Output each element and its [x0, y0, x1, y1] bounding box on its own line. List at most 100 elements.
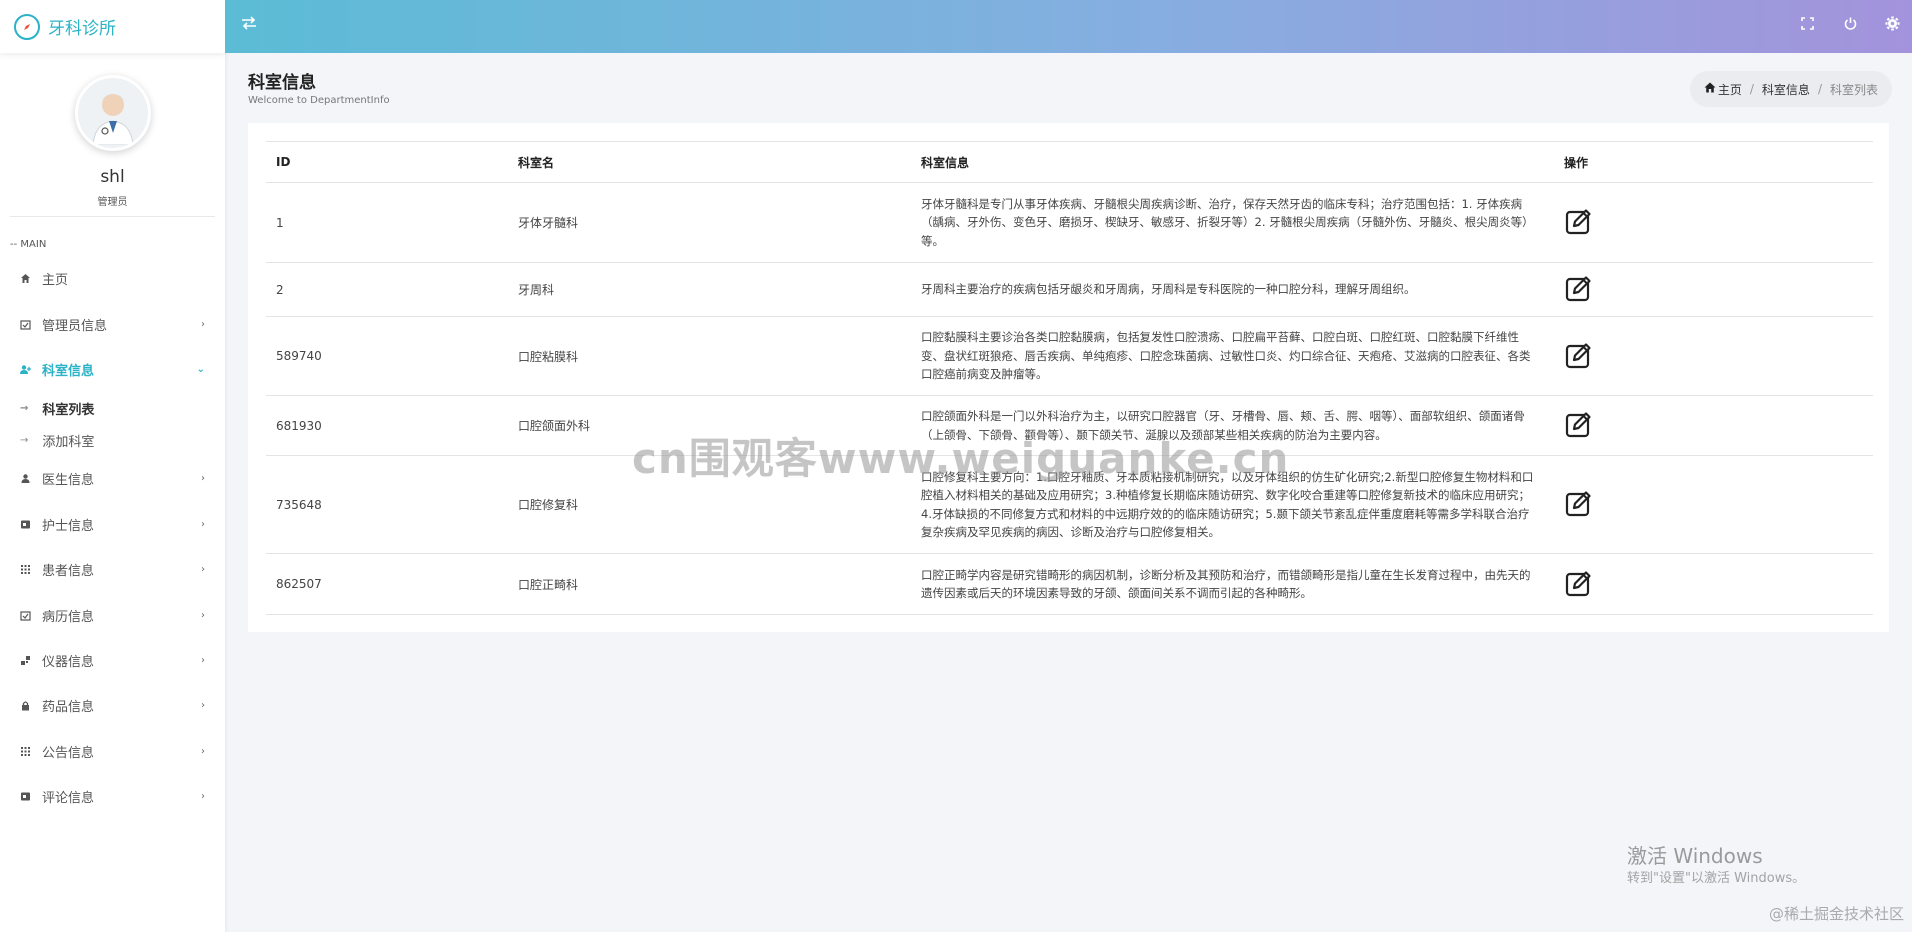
sidebar-subitem-label: 科室列表 [42, 402, 95, 418]
cell-id: 735648 [266, 455, 508, 554]
sidebar-item-label: 管理员信息 [42, 318, 108, 334]
user-plus-icon [20, 364, 31, 375]
id-card-icon [20, 791, 31, 802]
cell-id: 1 [266, 182, 508, 263]
cell-id: 589740 [266, 316, 508, 396]
sidebar-item-doctor[interactable]: 医生信息 › [0, 456, 225, 501]
user-role: 管理员 [97, 197, 128, 208]
sidebar-item-label: 评论信息 [42, 791, 95, 807]
sidebar-item-notice[interactable]: 公告信息 › [0, 729, 225, 774]
user-name: shl [100, 167, 125, 187]
edit-icon[interactable] [1564, 273, 1594, 303]
breadcrumb-parent-link[interactable]: 科室信息 [1762, 81, 1810, 98]
breadcrumb-separator: / [1749, 82, 1754, 96]
compass-logo-icon [14, 13, 40, 40]
table-row: 2 牙周科 牙周科主要治疗的疾病包括牙龈炎和牙周病，牙周科是专科医院的一种口腔分… [266, 262, 1873, 317]
sidebar-subitem-add-department[interactable]: → 添加科室 [0, 424, 225, 456]
edit-icon[interactable] [1564, 568, 1594, 598]
page-title: 科室信息 [248, 73, 316, 93]
edit-icon[interactable] [1564, 409, 1594, 439]
cell-name: 口腔粘膜科 [508, 316, 911, 396]
edit-icon[interactable] [1564, 206, 1594, 236]
avatar[interactable] [74, 75, 151, 151]
edit-icon[interactable] [1564, 340, 1594, 370]
breadcrumb-home-link[interactable]: 主页 [1718, 81, 1742, 98]
sidebar: 牙科诊所 shl 管理员 -- MAIN 主页 管理员信息 › 科室信息 ⌄ →… [0, 0, 225, 932]
windows-activation-subtitle: 转到"设置"以激活 Windows。 [1627, 871, 1806, 886]
calendar-check-icon [20, 610, 31, 621]
home-icon [1704, 82, 1716, 96]
page-subtitle: Welcome to DepartmentInfo [248, 95, 390, 106]
cell-action [1554, 316, 1873, 396]
power-icon[interactable] [1843, 16, 1858, 35]
sidebar-subitem-label: 添加科室 [42, 434, 95, 450]
chevron-right-icon: › [201, 654, 205, 666]
top-header [225, 0, 1912, 53]
grid-icon [20, 564, 31, 575]
user-icon [20, 473, 31, 484]
sidebar-item-comment[interactable]: 评论信息 › [0, 774, 225, 819]
blocks-icon [20, 655, 31, 666]
cell-action [1554, 455, 1873, 554]
chevron-right-icon: › [201, 745, 205, 757]
home-icon [20, 273, 31, 284]
sidebar-item-label: 病历信息 [42, 609, 95, 625]
sidebar-item-admin[interactable]: 管理员信息 › [0, 301, 225, 346]
chevron-right-icon: › [201, 791, 205, 803]
table-header-row: ID 科室名 科室信息 操作 [266, 141, 1873, 183]
sidebar-subitem-department-list[interactable]: → 科室列表 [0, 392, 225, 424]
chevron-right-icon: › [201, 518, 205, 530]
department-table: ID 科室名 科室信息 操作 1 牙体牙髓科 牙体牙髓科是专门从事牙体疾病、牙髓… [266, 141, 1873, 615]
breadcrumb-current: 科室列表 [1829, 82, 1878, 97]
fullscreen-icon[interactable] [1801, 16, 1814, 34]
cell-info: 牙体牙髓科是专门从事牙体疾病、牙髓根尖周疾病诊断、治疗，保存天然牙齿的临床专科；… [911, 182, 1554, 263]
cell-id: 2 [266, 262, 508, 317]
chevron-right-icon: › [201, 473, 205, 485]
cell-action [1554, 182, 1873, 263]
breadcrumb: 主页 / 科室信息 / 科室列表 [1689, 71, 1892, 107]
sidebar-item-label: 医生信息 [42, 473, 95, 489]
cell-info: 口腔正畸学内容是研究错畸形的病因机制，诊断分析及其预防和治疗，而错颌畸形是指儿童… [911, 553, 1554, 615]
cell-info: 牙周科主要治疗的疾病包括牙龈炎和牙周病，牙周科是专科医院的一种口腔分科，理解牙周… [911, 262, 1554, 317]
column-header-action: 操作 [1554, 141, 1873, 183]
sidebar-item-record[interactable]: 病历信息 › [0, 592, 225, 637]
chevron-right-icon: › [201, 564, 205, 576]
edit-icon[interactable] [1564, 488, 1594, 518]
cell-info: 口腔黏膜科主要诊治各类口腔黏膜病，包括复发性口腔溃疡、口腔扁平苔藓、口腔白斑、口… [911, 316, 1554, 396]
table-row: 862507 口腔正畸科 口腔正畸学内容是研究错畸形的病因机制，诊断分析及其预防… [266, 553, 1873, 615]
sidebar-item-home[interactable]: 主页 [0, 256, 225, 301]
footer-watermark: @稀土掘金技术社区 [1768, 905, 1904, 923]
toggle-sidebar-icon[interactable] [241, 16, 257, 34]
cell-action [1554, 553, 1873, 615]
sidebar-item-department[interactable]: 科室信息 ⌄ [0, 347, 225, 392]
chevron-right-icon: › [201, 609, 205, 621]
sidebar-item-instrument[interactable]: 仪器信息 › [0, 638, 225, 683]
column-header-name: 科室名 [508, 141, 911, 183]
cell-name: 口腔正畸科 [508, 553, 911, 615]
sidebar-item-label: 主页 [42, 273, 69, 289]
logo-bar: 牙科诊所 [0, 0, 225, 53]
gear-icon[interactable] [1885, 16, 1900, 35]
cell-action [1554, 262, 1873, 317]
arrow-right-icon: → [20, 434, 29, 446]
sidebar-item-nurse[interactable]: 护士信息 › [0, 502, 225, 547]
cell-id: 862507 [266, 553, 508, 615]
windows-activation-title: 激活 Windows [1627, 844, 1763, 868]
column-header-id: ID [266, 141, 508, 183]
table-row: 589740 口腔粘膜科 口腔黏膜科主要诊治各类口腔黏膜病，包括复发性口腔溃疡、… [266, 316, 1873, 396]
sidebar-item-label: 药品信息 [42, 700, 95, 716]
sidebar-item-medicine[interactable]: 药品信息 › [0, 683, 225, 728]
cell-name: 牙体牙髓科 [508, 182, 911, 263]
breadcrumb-separator: / [1817, 82, 1822, 96]
cell-id: 681930 [266, 395, 508, 456]
department-table-card: ID 科室名 科室信息 操作 1 牙体牙髓科 牙体牙髓科是专门从事牙体疾病、牙髓… [248, 123, 1889, 632]
cell-name: 牙周科 [508, 262, 911, 317]
user-profile: shl 管理员 [0, 53, 225, 208]
sidebar-item-label: 仪器信息 [42, 654, 95, 670]
sidebar-nav: 主页 管理员信息 › 科室信息 ⌄ → 科室列表 → 添加科室 医生信息 › 护… [0, 256, 225, 819]
sidebar-item-patient[interactable]: 患者信息 › [0, 547, 225, 592]
id-card-icon [20, 519, 31, 530]
cell-action [1554, 395, 1873, 456]
chevron-right-icon: › [201, 318, 205, 330]
app-name[interactable]: 牙科诊所 [48, 14, 116, 39]
